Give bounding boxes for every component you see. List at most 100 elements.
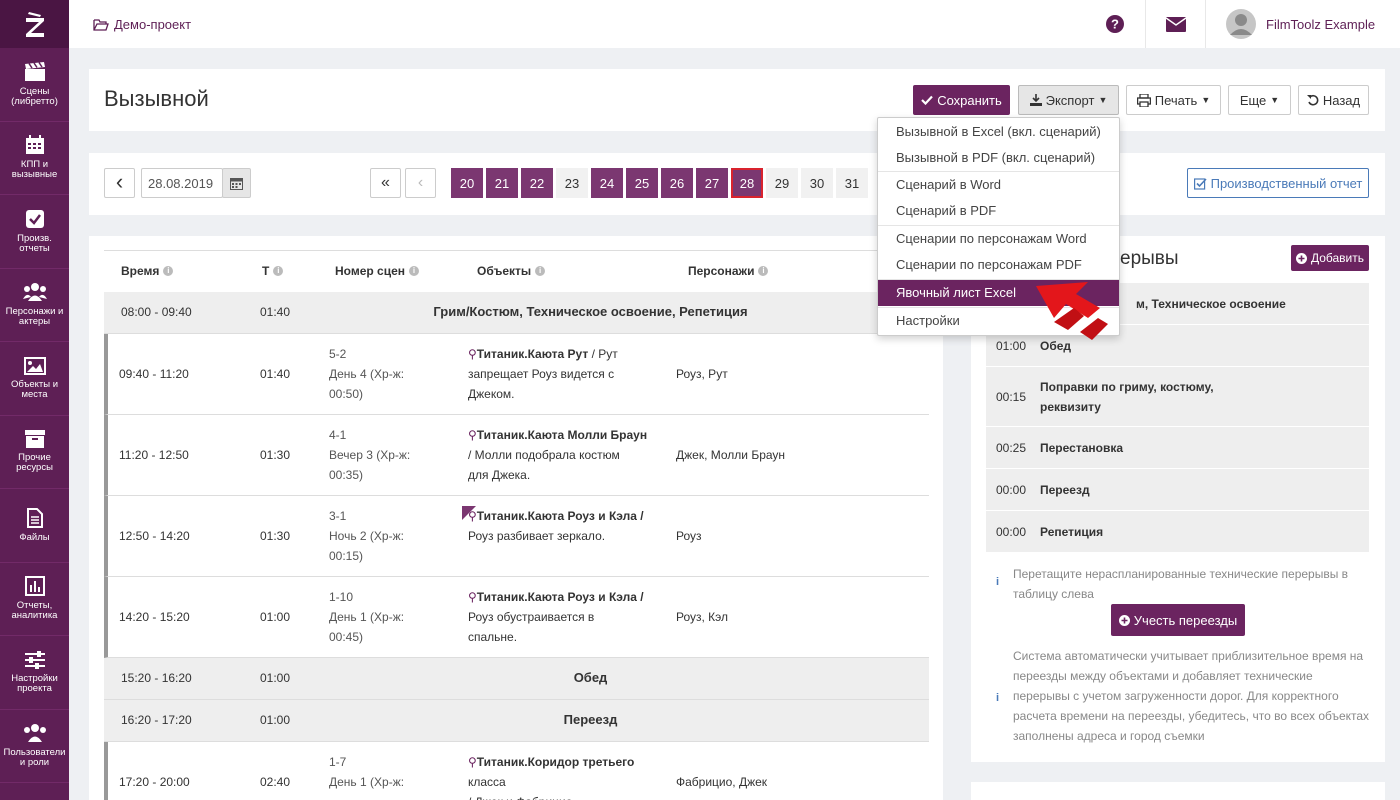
prev-page-glyph: ‹	[417, 174, 424, 191]
export-button[interactable]: Экспорт ▼	[1018, 85, 1119, 115]
break-row[interactable]: 00:00 Репетиция	[986, 511, 1369, 553]
day-button[interactable]: 20	[451, 168, 483, 198]
day-button[interactable]: 21	[486, 168, 518, 198]
check-icon	[921, 95, 933, 105]
day-button[interactable]: 25	[626, 168, 658, 198]
day-button[interactable]: 23	[556, 168, 588, 198]
day-button[interactable]: 30	[801, 168, 833, 198]
break-name: м, Техническое освоение	[1136, 297, 1286, 311]
cursor-pointer-icon	[1036, 282, 1108, 340]
travel-hint: Система автоматически учитывает приблизи…	[1013, 649, 1370, 743]
info-icon: i	[273, 266, 284, 276]
sidebar-item-resources[interactable]: Прочие ресурсы	[0, 416, 69, 489]
row-duration: 02:40	[260, 775, 291, 789]
prev-page-button[interactable]: ‹	[405, 168, 436, 198]
calendar-picker-button[interactable]	[222, 168, 251, 198]
prev-date-button[interactable]: ‹	[104, 168, 135, 198]
plus-circle-icon	[1118, 614, 1130, 626]
sidebar-item-label: Пользователи и роли	[3, 747, 66, 769]
group-title: Грим/Костюм, Техническое освоение, Репет…	[433, 304, 748, 319]
checkbox-icon	[25, 209, 44, 228]
break-row[interactable]: 00:25 Перестановка	[986, 427, 1369, 469]
row-object[interactable]: ⚲Титаник.Каюта Роуз и Кэла /	[468, 506, 658, 526]
first-page-glyph: «	[381, 174, 390, 191]
calendar-icon	[25, 135, 44, 155]
chevron-left-icon: ‹	[115, 168, 124, 194]
calendar-icon	[230, 177, 243, 190]
first-page-button[interactable]: «	[370, 168, 401, 198]
sidebar-item-label: Отчеты, аналитика	[11, 600, 58, 622]
print-label: Печать	[1154, 92, 1198, 108]
save-button[interactable]: Сохранить	[913, 85, 1010, 115]
group-row[interactable]: 08:00 - 09:40 01:40 Грим/Костюм, Техническ…	[104, 292, 929, 334]
chevron-down-icon: ▼	[1098, 95, 1108, 105]
day-button[interactable]: 31	[836, 168, 868, 198]
day-button[interactable]: 28	[731, 168, 763, 198]
sidebar-item-characters[interactable]: Персонажи и актеры	[0, 269, 69, 342]
row-description: / Джек и Фабрицио	[468, 792, 572, 800]
group-row[interactable]: 15:20 - 16:20 01:00 Обед	[104, 658, 929, 700]
back-button[interactable]: Назад	[1298, 85, 1369, 115]
user-menu[interactable]: FilmToolz Example	[1205, 0, 1400, 48]
menu-item-callsheet-excel[interactable]: Вызывной в Excel (вкл. сценарий)	[878, 119, 1119, 145]
row-scene-day: Вечер 3 (Хр-ж:	[329, 448, 411, 462]
break-row[interactable]: 00:15 Поправки по гриму, костюму, реквизит…	[986, 367, 1369, 427]
day-button[interactable]: 24	[591, 168, 623, 198]
table-top-border	[104, 250, 929, 251]
sidebar-item-users[interactable]: Пользователи и роли	[0, 710, 69, 783]
sidebar-item-files[interactable]: Файлы	[0, 489, 69, 563]
production-report-button[interactable]: Производственный отчет	[1187, 168, 1369, 198]
account-travel-button[interactable]: Учесть переезды	[1111, 604, 1245, 636]
table-row[interactable]: 11:20 - 12:50 01:30 4-1 Вечер 3 (Хр-ж: 00:35…	[104, 415, 929, 496]
row-object[interactable]: ⚲Титаник.Коридор третьего	[468, 752, 658, 772]
app-logo[interactable]	[0, 0, 69, 48]
sidebar-item-scenes[interactable]: Сцены (либретто)	[0, 48, 69, 122]
date-input[interactable]: 28.08.2019	[141, 168, 223, 198]
table-row[interactable]: 12:50 - 14:20 01:30 3-1 Ночь 2 (Хр-ж: 00:15)…	[104, 496, 929, 577]
row-description: спальне.	[468, 630, 518, 644]
info-icon: i	[409, 266, 420, 276]
menu-item-character-scripts-pdf[interactable]: Сценарии по персонажам PDF	[878, 252, 1119, 278]
row-object[interactable]: ⚲Титаник.Каюта Роуз и Кэла /	[468, 587, 658, 607]
sidebar-item-callsheets[interactable]: КПП и вызывные	[0, 122, 69, 195]
project-breadcrumb[interactable]: Демо-проект	[93, 17, 191, 32]
add-break-button[interactable]: Добавить	[1291, 245, 1369, 271]
break-row[interactable]: 00:00 Переезд	[986, 469, 1369, 511]
row-scene-duration: 00:15)	[329, 549, 364, 563]
group-row[interactable]: 16:20 - 17:20 01:00 Переезд	[104, 700, 929, 742]
break-time: 00:00	[996, 483, 1027, 497]
day-button[interactable]: 29	[766, 168, 798, 198]
menu-item-script-word[interactable]: Сценарий в Word	[878, 172, 1119, 198]
menu-item-callsheet-pdf[interactable]: Вызывной в PDF (вкл. сценарий)	[878, 145, 1119, 171]
help-button[interactable]: ?	[1085, 0, 1145, 48]
sidebar-item-label: Прочие ресурсы	[16, 452, 53, 474]
print-button[interactable]: Печать ▼	[1126, 85, 1221, 115]
row-characters: Роуз, Рут	[676, 367, 728, 381]
day-button[interactable]: 26	[661, 168, 693, 198]
sidebar-item-label: Сцены (либретто)	[11, 85, 58, 107]
info-icon: i	[163, 266, 174, 276]
menu-item-script-pdf[interactable]: Сценарий в PDF	[878, 198, 1119, 224]
group-title: Обед	[573, 670, 608, 685]
sidebar-item-prod-reports[interactable]: Произв. отчеты	[0, 195, 69, 269]
map-pin-icon: ⚲	[468, 347, 477, 361]
day-button[interactable]: 27	[696, 168, 728, 198]
row-duration: 01:00	[260, 713, 291, 727]
more-button[interactable]: Еще ▼	[1228, 85, 1291, 115]
sidebar-item-reports[interactable]: Отчеты, аналитика	[0, 563, 69, 636]
sidebar-item-locations[interactable]: Объекты и места	[0, 342, 69, 416]
chevron-down-icon: ▼	[1201, 95, 1211, 105]
chart-icon	[24, 576, 45, 597]
messages-button[interactable]	[1145, 0, 1205, 48]
menu-item-character-scripts-word[interactable]: Сценарии по персонажам Word	[878, 226, 1119, 252]
table-row[interactable]: 14:20 - 15:20 01:00 1-10 День 1 (Хр-ж: 00:45…	[104, 577, 929, 658]
sidebar-item-settings[interactable]: Настройки проекта	[0, 636, 69, 710]
row-object[interactable]: ⚲Титаник.Каюта Молли Браун	[468, 425, 658, 445]
table-row[interactable]: 17:20 - 20:00 02:40 1-7 День 1 (Хр-ж: ⚲Титан…	[104, 742, 929, 800]
row-description: для Джека.	[468, 468, 531, 482]
table-row[interactable]: 09:40 - 11:20 01:40 5-2 День 4 (Хр-ж: 00:50)…	[104, 334, 929, 415]
sidebar-item-label: Персонажи и актеры	[5, 306, 64, 328]
day-button[interactable]: 22	[521, 168, 553, 198]
row-scene-number: 4-1	[329, 428, 347, 442]
row-object[interactable]: ⚲Титаник.Каюта Рут / Рут	[468, 344, 658, 364]
